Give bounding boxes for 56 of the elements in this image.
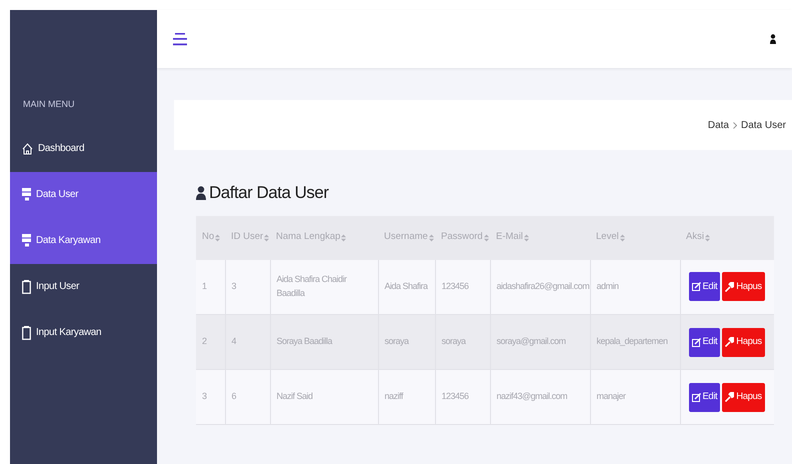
- server-icon: [22, 234, 31, 247]
- table-cell: 4: [232, 336, 236, 346]
- phone-icon: [22, 280, 31, 294]
- table-cell: aidashafira26@gmail.com: [496, 280, 590, 291]
- table-cell: 3: [232, 280, 236, 291]
- table-cell: nazif43@gmail.com: [496, 390, 568, 401]
- chevron-icon: [732, 122, 737, 128]
- user-icon[interactable]: [770, 34, 776, 44]
- edit-button[interactable]: Edit: [688, 272, 720, 302]
- wrench-icon: [725, 392, 734, 402]
- edit-button[interactable]: Edit: [688, 328, 720, 356]
- delete-button[interactable]: Hapus: [722, 328, 765, 356]
- sort-icon[interactable]: [524, 234, 529, 242]
- menu-heading: MAIN MENU: [22, 98, 76, 111]
- table-cell: 1: [202, 280, 207, 291]
- table-cell: admin: [596, 280, 619, 291]
- edit-icon: [692, 282, 700, 292]
- breadcrumb-link[interactable]: Data: [708, 118, 729, 132]
- sidebar-item[interactable]: Data User: [10, 172, 157, 218]
- sidebar-item[interactable]: Data Karyawan: [10, 218, 157, 264]
- edit-icon: [692, 338, 700, 346]
- edit-button[interactable]: Edit: [688, 382, 720, 412]
- wrench-icon: [725, 282, 734, 292]
- table-cell: Soraya Baadilla: [276, 336, 332, 346]
- delete-button[interactable]: Hapus: [722, 272, 765, 302]
- table-cell: 123456: [442, 280, 469, 291]
- table-cell: soraya: [384, 336, 409, 346]
- table-cell: Aida Shafira: [384, 280, 428, 291]
- wrench-icon: [725, 337, 734, 347]
- sort-icon[interactable]: [428, 234, 434, 242]
- menu-icon[interactable]: [173, 32, 187, 46]
- sort-icon[interactable]: [264, 234, 270, 242]
- edit-icon: [692, 392, 700, 402]
- server-icon: [22, 188, 31, 201]
- breadcrumb-link[interactable]: Data User: [740, 118, 786, 132]
- sort-icon[interactable]: [215, 234, 220, 242]
- sort-icon[interactable]: [620, 234, 625, 242]
- sort-icon[interactable]: [484, 234, 489, 242]
- table-cell: 2: [202, 336, 207, 346]
- table-cell: 6: [232, 390, 236, 401]
- sort-icon[interactable]: [704, 234, 710, 242]
- table-cell: kepala_departemen: [596, 336, 668, 346]
- sort-icon[interactable]: [341, 234, 346, 242]
- phone-icon: [22, 326, 31, 340]
- table-cell: Aida Shafira Chaidir Baadilla: [276, 274, 347, 298]
- table-cell: Nazif Said: [276, 390, 313, 401]
- page-title: Daftar Data User: [209, 182, 329, 204]
- table-cell: manajer: [596, 390, 626, 401]
- table-cell: soraya@gmail.com: [496, 336, 566, 346]
- table-cell: soraya: [442, 336, 466, 346]
- home-icon: [22, 142, 33, 154]
- user-icon: [196, 186, 206, 200]
- table-cell: 3: [202, 390, 207, 401]
- delete-button[interactable]: Hapus: [722, 382, 765, 412]
- table-cell: 123456: [442, 390, 469, 401]
- table-cell: naziff: [384, 390, 403, 401]
